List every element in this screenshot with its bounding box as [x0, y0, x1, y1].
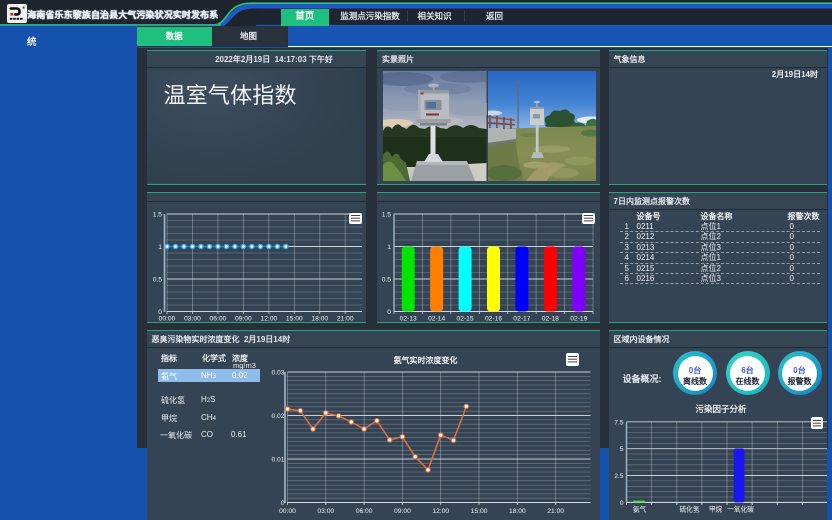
svg-text:0: 0: [619, 500, 623, 507]
svg-text:12:00: 12:00: [260, 316, 277, 323]
svg-text:18:00: 18:00: [508, 508, 525, 515]
svg-text:03:00: 03:00: [317, 508, 334, 515]
svg-text:甲烷: 甲烷: [708, 504, 722, 513]
svg-text:1: 1: [158, 244, 162, 251]
svg-text:02-15: 02-15: [457, 316, 474, 323]
svg-text:21:00: 21:00: [336, 316, 353, 323]
svg-text:00:00: 00:00: [279, 508, 296, 515]
svg-text:0.02: 0.02: [271, 413, 284, 420]
svg-text:03:00: 03:00: [184, 316, 201, 323]
svg-text:00:00: 00:00: [158, 316, 175, 323]
svg-text:0.03: 0.03: [271, 370, 284, 377]
svg-text:一氧化碳: 一氧化碳: [727, 504, 754, 513]
svg-text:2.5: 2.5: [614, 473, 624, 480]
svg-text:0: 0: [387, 309, 391, 316]
svg-text:氨气: 氨气: [632, 504, 646, 513]
svg-text:7.5: 7.5: [614, 419, 624, 426]
svg-text:5: 5: [619, 446, 623, 453]
svg-text:15:00: 15:00: [470, 508, 487, 515]
svg-text:0.01: 0.01: [271, 457, 284, 464]
svg-text:1: 1: [387, 244, 391, 251]
svg-text:02-17: 02-17: [513, 316, 530, 323]
svg-text:02-16: 02-16: [485, 316, 502, 323]
svg-text:02-13: 02-13: [400, 316, 417, 323]
svg-text:21:00: 21:00: [547, 508, 564, 515]
svg-text:02-18: 02-18: [542, 316, 559, 323]
svg-text:09:00: 09:00: [394, 508, 411, 515]
svg-text:02-19: 02-19: [570, 316, 587, 323]
svg-text:1.5: 1.5: [152, 212, 162, 219]
svg-text:12:00: 12:00: [432, 508, 449, 515]
svg-text:06:00: 06:00: [209, 316, 226, 323]
svg-text:0.5: 0.5: [152, 277, 162, 284]
svg-text:0.5: 0.5: [382, 277, 392, 284]
svg-text:09:00: 09:00: [235, 316, 252, 323]
svg-text:15:00: 15:00: [285, 316, 302, 323]
svg-text:0: 0: [280, 500, 284, 507]
svg-text:02-14: 02-14: [428, 316, 445, 323]
svg-text:18:00: 18:00: [311, 316, 328, 323]
svg-text:硫化氢: 硫化氢: [679, 504, 699, 513]
svg-text:1.5: 1.5: [382, 212, 392, 219]
svg-text:06:00: 06:00: [355, 508, 372, 515]
